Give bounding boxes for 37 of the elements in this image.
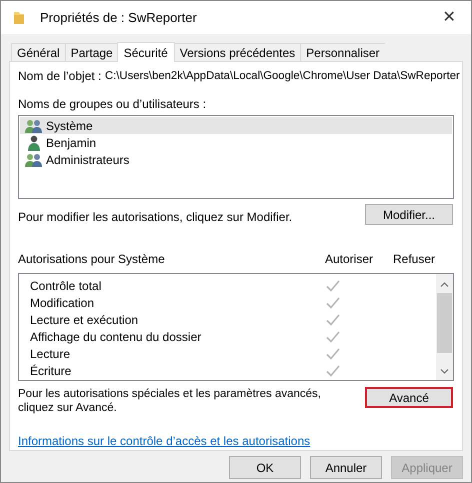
scroll-down-icon[interactable] bbox=[440, 369, 449, 374]
users-icon bbox=[24, 152, 44, 166]
column-header: Refuser bbox=[392, 251, 436, 268]
permission-name: Affichage du contenu du dossier bbox=[29, 328, 202, 346]
user-icon bbox=[27, 134, 41, 150]
user-list-item[interactable]: Benjamin bbox=[20, 134, 452, 151]
close-button[interactable]: ✕ bbox=[429, 1, 469, 34]
advanced-hint: Pour les autorisations spéciales et les paramètres avancés, cliquez sur Avancé. bbox=[18, 387, 322, 415]
scroll-up-icon[interactable] bbox=[440, 282, 449, 288]
dialog-button[interactable]: Annuler bbox=[310, 456, 382, 479]
dialog-button[interactable]: OK bbox=[229, 456, 301, 479]
tab[interactable]: Versions précédentes bbox=[174, 43, 300, 61]
permission-name: Lecture et exécution bbox=[29, 312, 140, 329]
object-name-label: Nom de l’objet : bbox=[18, 68, 102, 85]
permission-name: Modification bbox=[29, 294, 96, 312]
tab[interactable]: Partage bbox=[64, 43, 118, 61]
permission-name: Contrôle total bbox=[29, 278, 102, 295]
edit-hint: Pour modifier les autorisations, cliquez sur Modifier. bbox=[18, 209, 294, 226]
tab[interactable]: Sécurité bbox=[116, 42, 175, 62]
users-label: Noms de groupes ou d’utilisateurs : bbox=[18, 96, 208, 111]
scroll-thumb[interactable] bbox=[437, 293, 452, 354]
permission-name: Écriture bbox=[29, 362, 72, 380]
tab[interactable]: Général bbox=[11, 43, 65, 61]
permissions-label: Autorisations pour Système bbox=[18, 251, 166, 268]
advanced-button[interactable]: Avancé bbox=[365, 387, 453, 408]
column-header: Autoriser bbox=[324, 251, 374, 268]
modify-button[interactable]: Modifier... bbox=[365, 204, 453, 226]
window-title: Propriétés de : SwReporter bbox=[40, 8, 197, 27]
help-link[interactable]: Informations sur le contrôle d’accès et les autorisations bbox=[18, 432, 310, 450]
folder-icon bbox=[12, 10, 26, 24]
object-path: C:\Users\ben2k\AppData\Local\Google\Chrome\User Data\SwReporter bbox=[105, 68, 460, 84]
user-list-item[interactable]: Système bbox=[20, 117, 452, 134]
user-list-item[interactable]: Administrateurs bbox=[20, 151, 452, 168]
tab[interactable]: Personnaliser bbox=[300, 43, 385, 61]
scrollbar[interactable] bbox=[436, 274, 453, 380]
users-icon bbox=[24, 118, 44, 132]
permission-name: Lecture bbox=[29, 346, 72, 363]
